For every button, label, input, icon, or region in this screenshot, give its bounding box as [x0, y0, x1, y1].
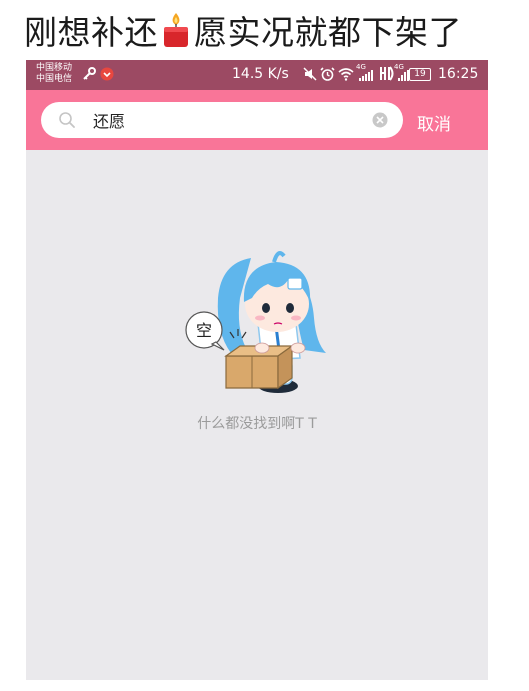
phone-screen: 中国移动 中国电信 14.5 K/s 4G 4G 19 16:25 还愿 取消 … — [26, 60, 488, 680]
cancel-button[interactable]: 取消 — [417, 110, 451, 135]
signal-icon — [359, 70, 373, 81]
carrier-1: 中国移动 — [36, 63, 73, 73]
key-icon — [83, 67, 96, 80]
network-speed: 14.5 K/s — [232, 66, 289, 82]
empty-state-illustration: 空 — [185, 251, 326, 393]
carrier-2: 中国电信 — [36, 74, 73, 84]
empty-state-message: 什么都没找到啊T T — [197, 416, 317, 432]
caption-text-before: 刚想补还 — [24, 13, 158, 52]
app-notification-icon — [100, 67, 114, 81]
mascot-eye-left — [262, 303, 270, 313]
carrier-labels: 中国移动 中国电信 — [36, 63, 72, 85]
status-bar: 中国移动 中国电信 14.5 K/s 4G 4G 19 16:25 — [26, 60, 488, 90]
alarm-icon — [320, 67, 335, 81]
wifi-icon — [338, 68, 354, 81]
hair-clip — [287, 277, 303, 290]
search-header: 取消 — [26, 90, 488, 150]
search-box[interactable] — [41, 102, 403, 138]
mute-icon — [303, 67, 317, 81]
post-caption: 刚想补还 愿实况就都下架了 — [24, 8, 462, 52]
status-time: 16:25 — [438, 66, 479, 82]
speech-bubble: 空 — [185, 311, 225, 351]
speech-bubble-text: 空 — [196, 321, 212, 340]
caption-text-after: 愿实况就都下架了 — [194, 13, 462, 52]
candle-emoji-icon — [164, 13, 188, 47]
search-input[interactable] — [93, 108, 363, 132]
battery-level: 19 — [414, 69, 426, 79]
battery-icon: 19 — [409, 68, 431, 81]
mascot-eye-right — [286, 303, 294, 313]
clear-search-icon[interactable] — [372, 112, 388, 128]
search-icon — [59, 112, 75, 128]
